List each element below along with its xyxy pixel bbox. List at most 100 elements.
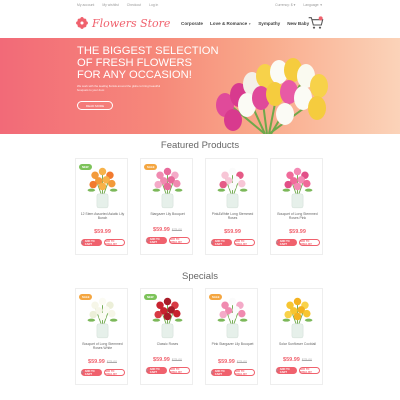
nav-item-sympathy[interactable]: Sympathy: [258, 21, 280, 26]
product-name[interactable]: Classic Roses: [143, 342, 192, 346]
product-name[interactable]: Pink Stargazer Lily Bouquet: [208, 342, 257, 346]
product-name[interactable]: Bouquet of Long Stemmed Roses White: [78, 342, 127, 350]
nav-item-corporate[interactable]: Corporate: [181, 21, 203, 26]
price-row: $59.99 $75.00: [76, 359, 129, 365]
nav-item-love-romance[interactable]: Love & Romance ▼: [210, 21, 251, 26]
add-to-cart-button[interactable]: 🛒 ADD TO CART: [275, 367, 297, 374]
product-name[interactable]: 12 Stem Assorted Asiatic Lily Bunch: [78, 212, 127, 220]
cart-small-icon: 🛒: [210, 371, 214, 374]
nav-label: New Baby: [287, 21, 310, 26]
old-price: $75.00: [106, 360, 117, 364]
add-to-cart-button[interactable]: 🛒 ADD TO CART: [145, 237, 167, 244]
product-card[interactable]: SALE Stargazer Lily Bouquet $59.99 $75.00…: [140, 158, 193, 255]
product-card[interactable]: SALE Pink Stargazer Lily Bouquet $59.99 $…: [205, 288, 258, 385]
add-to-cart-button[interactable]: 🛒 ADD TO CART: [210, 369, 232, 376]
card-buttons: 🛒 ADD TO CART ADD TO WISHLIST: [271, 367, 324, 374]
chevron-down-icon: ▼: [248, 21, 252, 26]
language-select[interactable]: Language: ▾: [303, 3, 322, 7]
product-name[interactable]: Stargazer Lily Bouquet: [143, 212, 192, 216]
card-buttons: 🛒 ADD TO CART ADD TO WISHLIST: [76, 369, 129, 376]
add-to-wishlist-button[interactable]: ADD TO WISHLIST: [168, 237, 190, 244]
product-name[interactable]: Pink&White Long Stemmed Roses: [208, 212, 257, 220]
nav-label: Sympathy: [258, 21, 281, 26]
add-to-wishlist-button[interactable]: ADD TO WISHLIST: [298, 239, 320, 246]
product-name[interactable]: Bouquet of Long Stemmed Roses Pink: [273, 212, 322, 220]
hero-text: We work with the leading florists around…: [77, 84, 161, 92]
add-to-cart-button[interactable]: 🛒 ADD TO CART: [80, 369, 102, 376]
new-badge: NEW: [79, 164, 92, 170]
add-to-cart-label: ADD TO CART: [149, 237, 160, 244]
price-row: $59.99: [76, 229, 129, 235]
nav-item-new-baby[interactable]: New Baby: [287, 21, 309, 26]
add-to-wishlist-label: ADD TO WISHLIST: [104, 239, 117, 246]
old-price: $75.00: [301, 358, 312, 362]
add-to-cart-button[interactable]: 🛒 ADD TO CART: [275, 239, 297, 246]
cart-small-icon: 🛒: [145, 369, 149, 372]
hero-banner: THE BIGGEST SELECTION OF FRESH FLOWERS F…: [0, 38, 400, 134]
card-buttons: 🛒 ADD TO CART ADD TO WISHLIST: [76, 239, 129, 246]
cart-icon[interactable]: [308, 16, 324, 30]
product-price: $59.99: [153, 357, 170, 363]
add-to-cart-button[interactable]: 🛒 ADD TO CART: [80, 239, 102, 246]
nav-label: Love & Romance: [209, 21, 248, 26]
product-image[interactable]: [277, 292, 318, 339]
specials-title: Specials: [182, 271, 218, 282]
product-price: $59.99: [88, 359, 105, 365]
nav-label: Corporate: [181, 21, 203, 26]
product-price: $59.99: [224, 229, 241, 235]
add-to-cart-label: ADD TO CART: [214, 239, 225, 246]
cart-small-icon: 🛒: [275, 241, 279, 244]
cart-small-icon: 🛒: [145, 239, 149, 242]
product-price: $59.99: [283, 357, 300, 363]
sale-badge: SALE: [144, 164, 158, 170]
product-price: $59.99: [218, 359, 235, 365]
add-to-wishlist-button[interactable]: ADD TO WISHLIST: [168, 367, 190, 374]
product-card[interactable]: Bouquet of Long Stemmed Roses Pink $59.9…: [270, 158, 323, 255]
add-to-cart-button[interactable]: 🛒 ADD TO CART: [210, 239, 232, 246]
old-price: $75.00: [236, 360, 247, 364]
product-card[interactable]: SALE Bouquet of Long Stemmed Roses White…: [75, 288, 128, 385]
add-to-wishlist-button[interactable]: ADD TO WISHLIST: [233, 369, 255, 376]
product-price: $59.99: [94, 229, 111, 235]
hero-title: THE BIGGEST SELECTION OF FRESH FLOWERS F…: [77, 45, 219, 81]
price-row: $59.99 $75.00: [271, 357, 324, 363]
tulip-bouquet-image: [216, 58, 328, 134]
product-image[interactable]: [212, 162, 253, 209]
add-to-cart-label: ADD TO CART: [84, 369, 95, 376]
old-price: $75.00: [171, 358, 182, 362]
my-account-link[interactable]: My account: [77, 3, 94, 7]
product-card[interactable]: NEW Classic Roses $59.99 $75.00 🛒 ADD TO …: [140, 288, 193, 385]
featured-title: Featured Products: [160, 140, 240, 151]
product-name[interactable]: Solar Sunflower Cocktail: [273, 342, 322, 346]
card-buttons: 🛒 ADD TO CART ADD TO WISHLIST: [206, 239, 259, 246]
logo[interactable]: Flowers Store: [76, 14, 170, 32]
logo-text: Flowers Store: [92, 16, 171, 30]
add-to-cart-button[interactable]: 🛒 ADD TO CART: [145, 367, 167, 374]
add-to-cart-label: ADD TO CART: [279, 367, 290, 374]
product-price: $59.99: [289, 229, 306, 235]
top-bar: My account My wishlist Checkout Log in C…: [0, 0, 400, 10]
currency-select[interactable]: Currency: $ ▾: [275, 3, 295, 7]
product-card[interactable]: NEW 12 Stem Assorted Asiatic Lily Bunch …: [75, 158, 128, 255]
add-to-wishlist-button[interactable]: ADD TO WISHLIST: [103, 369, 125, 376]
product-card[interactable]: Pink&White Long Stemmed Roses $59.99 🛒 A…: [205, 158, 258, 255]
log-in-link[interactable]: Log in: [149, 3, 158, 7]
price-row: $59.99 $75.00: [206, 359, 259, 365]
cart-small-icon: 🛒: [210, 241, 214, 244]
add-to-wishlist-button[interactable]: ADD TO WISHLIST: [233, 239, 255, 246]
price-row: $59.99: [271, 229, 324, 235]
add-to-wishlist-label: ADD TO WISHLIST: [234, 239, 247, 246]
add-to-wishlist-label: ADD TO WISHLIST: [104, 369, 117, 376]
checkout-link[interactable]: Checkout: [127, 3, 141, 7]
add-to-wishlist-button[interactable]: ADD TO WISHLIST: [103, 239, 125, 246]
account-links: My account My wishlist Checkout Log in: [77, 3, 158, 7]
product-card[interactable]: Solar Sunflower Cocktail $59.99 $75.00 🛒 …: [270, 288, 323, 385]
cart-small-icon: 🛒: [80, 371, 84, 374]
card-buttons: 🛒 ADD TO CART ADD TO WISHLIST: [141, 367, 194, 374]
sale-badge: SALE: [79, 294, 93, 300]
add-to-wishlist-button[interactable]: ADD TO WISHLIST: [298, 367, 320, 374]
my-wishlist-link[interactable]: My wishlist: [102, 3, 118, 7]
cart-small-icon: 🛒: [80, 241, 84, 244]
read-more-button[interactable]: READ MORE: [77, 101, 113, 110]
product-image[interactable]: [277, 162, 318, 209]
